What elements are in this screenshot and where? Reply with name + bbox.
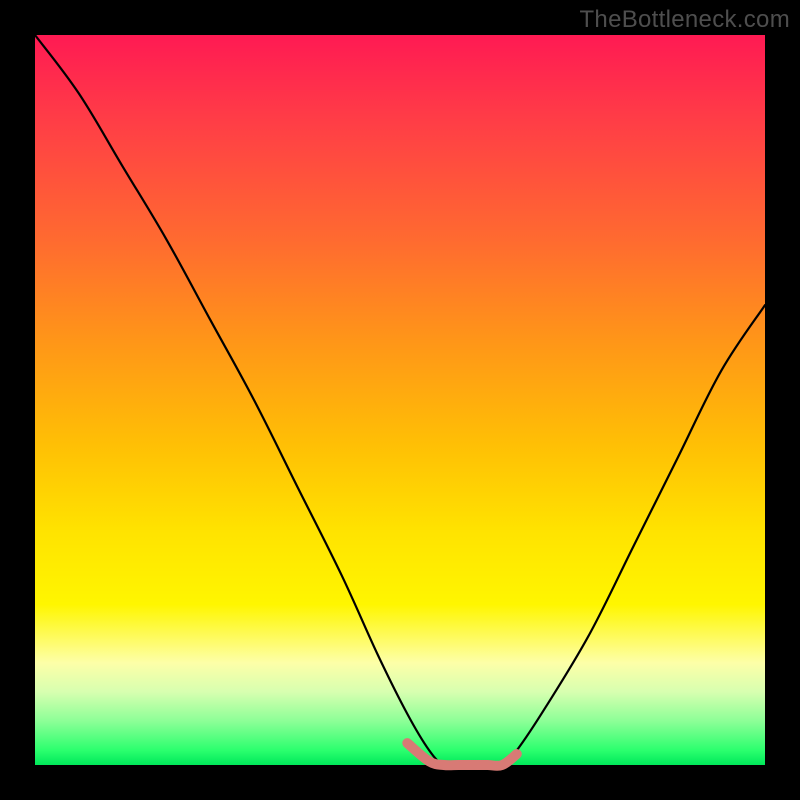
bottleneck-curve [35, 35, 765, 766]
plot-area [35, 35, 765, 765]
chart-frame: TheBottleneck.com [0, 0, 800, 800]
bottom-highlight [407, 743, 517, 766]
chart-svg [35, 35, 765, 765]
watermark-text: TheBottleneck.com [579, 6, 790, 34]
